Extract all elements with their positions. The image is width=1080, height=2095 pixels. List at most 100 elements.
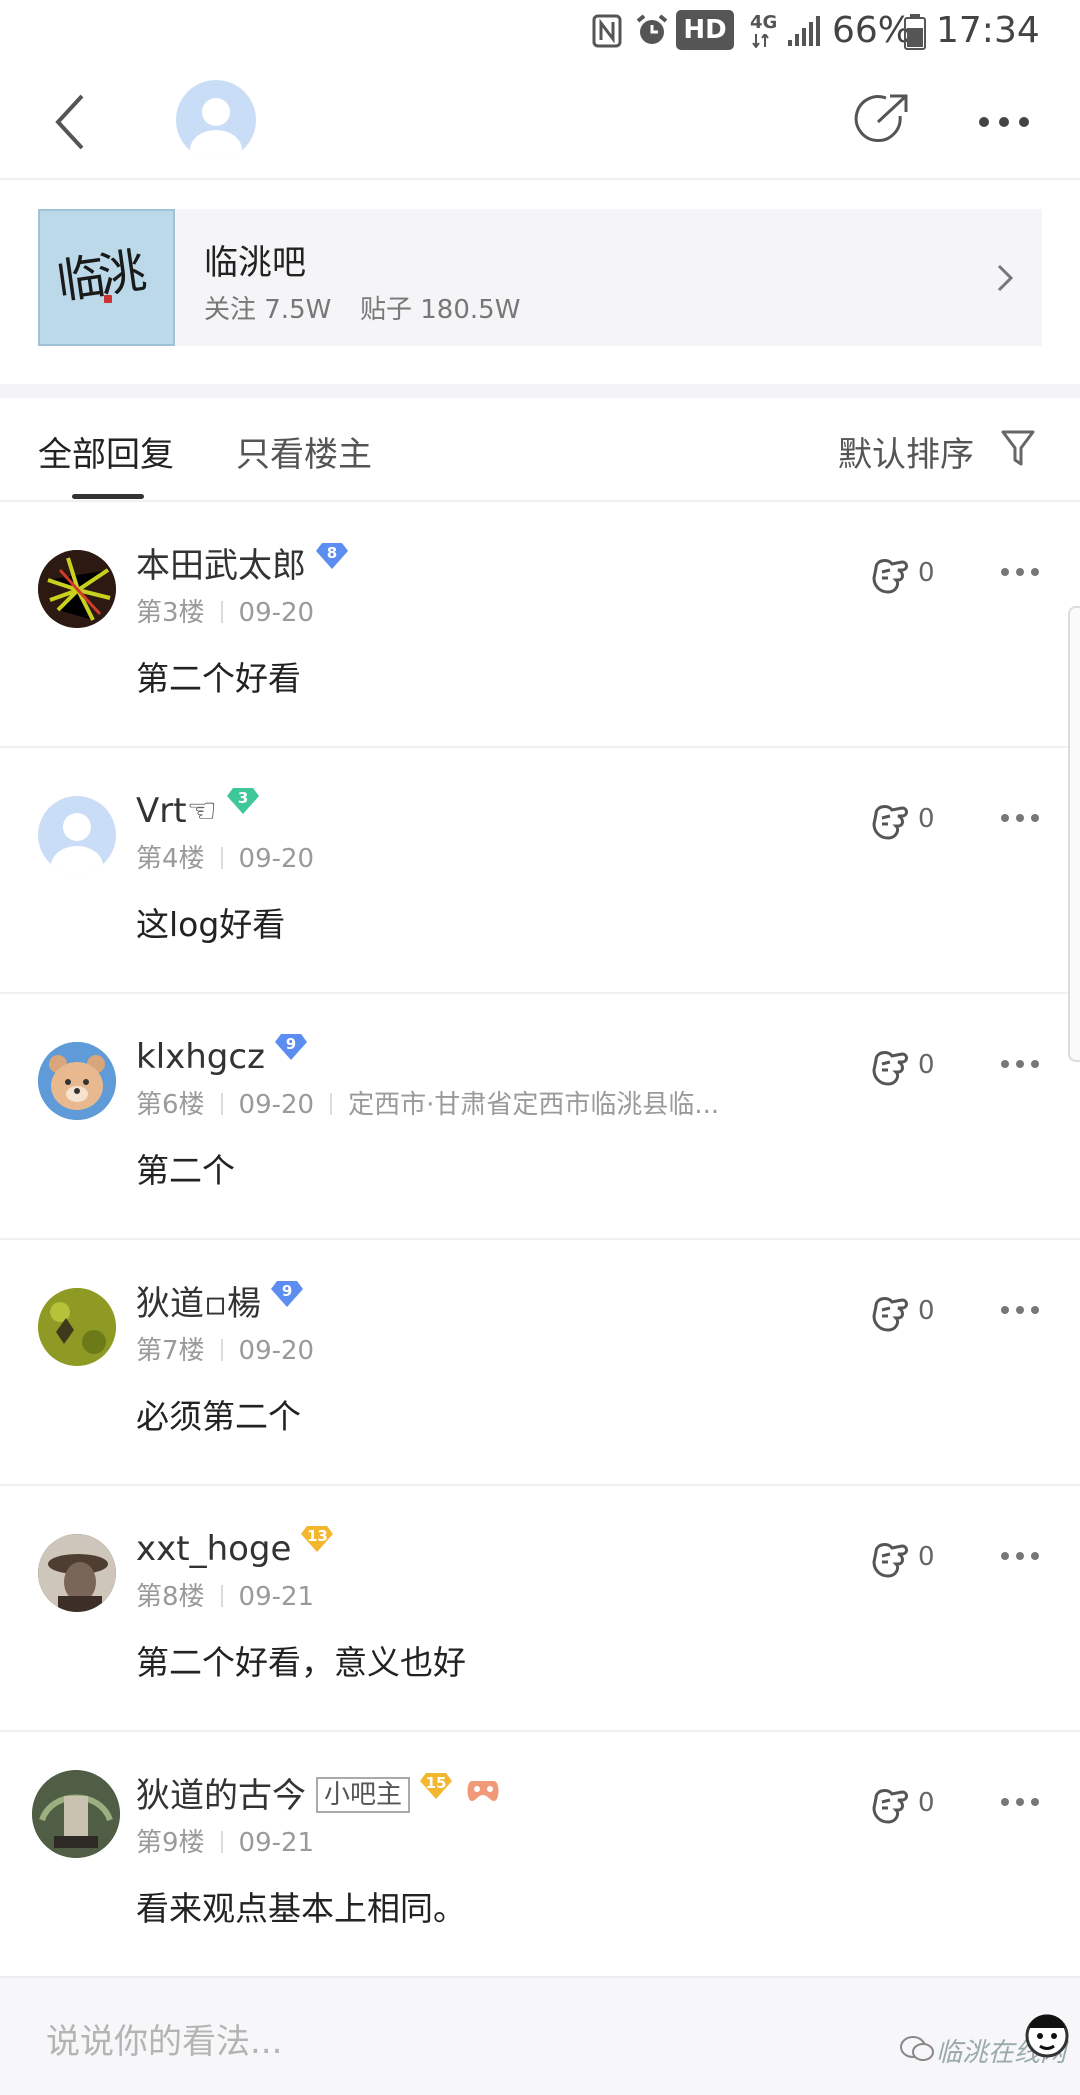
avatar[interactable]	[38, 796, 116, 874]
post-item[interactable]: 狄道▫楊 9 第7楼 09-20 必须第二个 0	[0, 1240, 1080, 1486]
avatar[interactable]	[32, 1770, 120, 1858]
more-icon[interactable]	[1000, 566, 1040, 578]
like-icon[interactable]	[868, 800, 912, 844]
post-item[interactable]: 狄道的古今 小吧主 15 第9楼 09-21 看来观点基本上相同。 0	[0, 1732, 1080, 1978]
share-icon[interactable]	[854, 92, 910, 148]
floor-number: 第7楼	[136, 1336, 205, 1366]
tab-all-replies[interactable]: 全部回复	[38, 427, 174, 476]
battery-icon	[904, 14, 926, 50]
avatar[interactable]	[38, 550, 116, 628]
post-date: 09-20	[238, 844, 315, 874]
post-item[interactable]: Vrt☜ 3 第4楼 09-20 这log好看 0	[0, 748, 1080, 994]
more-icon[interactable]	[1000, 1796, 1040, 1808]
post-date: 09-21	[238, 1582, 315, 1612]
more-icon[interactable]	[1000, 1058, 1040, 1070]
level-badge: 8	[316, 539, 348, 571]
post-location: 定西市·甘肃省定西市临洮县临...	[348, 1090, 720, 1120]
username-text: xxt_hoge	[136, 1529, 292, 1569]
more-icon[interactable]	[1000, 1550, 1040, 1562]
post-item[interactable]: xxt_hoge 13 第8楼 09-21 第二个好看，意义也好 0	[0, 1486, 1080, 1732]
post-meta: 第4楼 09-20	[136, 838, 314, 875]
floor-number: 第8楼	[136, 1582, 205, 1612]
gamepad-icon	[467, 1781, 499, 1801]
post-content: 第二个好看	[136, 659, 301, 698]
post-content: 必须第二个	[136, 1397, 301, 1436]
forum-card[interactable]: 临洮 临洮吧 关注 7.5W 贴子 180.5W	[38, 209, 1042, 346]
post-meta: 第7楼 09-20	[136, 1330, 314, 1367]
data-arrows-icon	[752, 34, 769, 48]
level-number: 9	[285, 1035, 297, 1053]
forum-logo: 临洮	[38, 209, 175, 346]
username-text: Vrt☜	[136, 791, 218, 831]
forum-follow-count: 关注 7.5W	[204, 295, 332, 325]
like-count: 0	[918, 558, 935, 588]
alarm-icon	[636, 14, 668, 44]
clock: 17:34	[936, 10, 1040, 51]
post-date: 09-21	[238, 1828, 315, 1858]
level-badge: 3	[227, 784, 260, 816]
level-number: 3	[237, 789, 249, 807]
avatar-image	[38, 1534, 116, 1612]
username[interactable]: klxhgcz 9	[136, 1030, 307, 1077]
author-avatar[interactable]	[176, 80, 256, 160]
wechat-icon	[900, 2036, 934, 2061]
username-text: klxhgcz	[136, 1037, 265, 1077]
sort-dropdown[interactable]: 默认排序	[838, 427, 974, 476]
comment-bar: 说说你的看法... 临洮在线网	[0, 1976, 1080, 2095]
username-text: 本田武太郎	[136, 546, 306, 586]
tab-op-only[interactable]: 只看楼主	[236, 427, 372, 476]
post-meta: 第6楼 09-20 定西市·甘肃省定西市临洮县临...	[136, 1084, 719, 1121]
moderator-tag: 小吧主	[316, 1777, 411, 1813]
active-tab-indicator	[72, 494, 144, 499]
username[interactable]: Vrt☜ 3	[136, 784, 260, 831]
more-options-icon[interactable]	[978, 116, 1030, 128]
like-icon[interactable]	[868, 1292, 912, 1336]
level-number: 8	[326, 544, 338, 562]
post-date: 09-20	[238, 598, 315, 628]
post-item[interactable]: 本田武太郎 8 第3楼 09-20 第二个好看 0	[0, 502, 1080, 748]
default-avatar-icon	[190, 98, 242, 160]
bear-avatar-icon	[38, 1042, 116, 1120]
nav-bar	[0, 66, 1080, 180]
filter-icon[interactable]	[1000, 428, 1036, 468]
more-icon[interactable]	[1000, 1304, 1040, 1316]
nfc-icon	[592, 14, 622, 48]
post-content: 第二个	[136, 1151, 235, 1190]
post-meta: 第3楼 09-20	[136, 592, 314, 629]
chevron-right-icon	[997, 264, 1014, 292]
username[interactable]: 狄道的古今 小吧主 15	[136, 1768, 500, 1817]
username[interactable]: 狄道▫楊 9	[136, 1276, 304, 1325]
level-number: 15	[425, 1774, 447, 1792]
avatar[interactable]	[38, 1534, 116, 1612]
level-badge: 9	[274, 1030, 307, 1062]
forum-logo-text: 临洮	[53, 243, 145, 311]
username[interactable]: xxt_hoge 13	[136, 1522, 334, 1569]
level-badge: 9	[271, 1277, 304, 1309]
like-icon[interactable]	[868, 1784, 912, 1828]
level-badge: 15	[420, 1769, 453, 1801]
forum-post-count: 贴子 180.5W	[360, 295, 521, 325]
status-bar: HD 4G 66% 17:34	[0, 0, 1080, 66]
forum-name: 临洮吧	[204, 243, 306, 283]
level-number: 9	[281, 1282, 293, 1300]
post-date: 09-20	[238, 1090, 315, 1120]
floor-number: 第3楼	[136, 598, 205, 628]
more-icon[interactable]	[1000, 812, 1040, 824]
post-item[interactable]: klxhgcz 9 第6楼 09-20 定西市·甘肃省定西市临洮县临... 第二个 0	[0, 994, 1080, 1240]
back-icon[interactable]	[52, 92, 88, 152]
like-icon[interactable]	[868, 1538, 912, 1582]
level-number: 13	[307, 1527, 328, 1545]
avatar[interactable]	[38, 1042, 116, 1120]
like-icon[interactable]	[868, 1046, 912, 1090]
username[interactable]: 本田武太郎 8	[136, 538, 348, 587]
avatar-image	[38, 1288, 116, 1366]
comment-input[interactable]: 说说你的看法...	[46, 2014, 282, 2063]
avatar[interactable]	[38, 1288, 116, 1366]
like-icon[interactable]	[868, 554, 912, 598]
like-count: 0	[918, 804, 935, 834]
side-scroll-handle[interactable]	[1068, 606, 1080, 1062]
username-text: 狄道的古今	[136, 1776, 306, 1816]
avatar-image	[32, 1770, 120, 1858]
post-date: 09-20	[238, 1336, 315, 1366]
emoji-face-icon[interactable]	[1020, 2006, 1074, 2060]
